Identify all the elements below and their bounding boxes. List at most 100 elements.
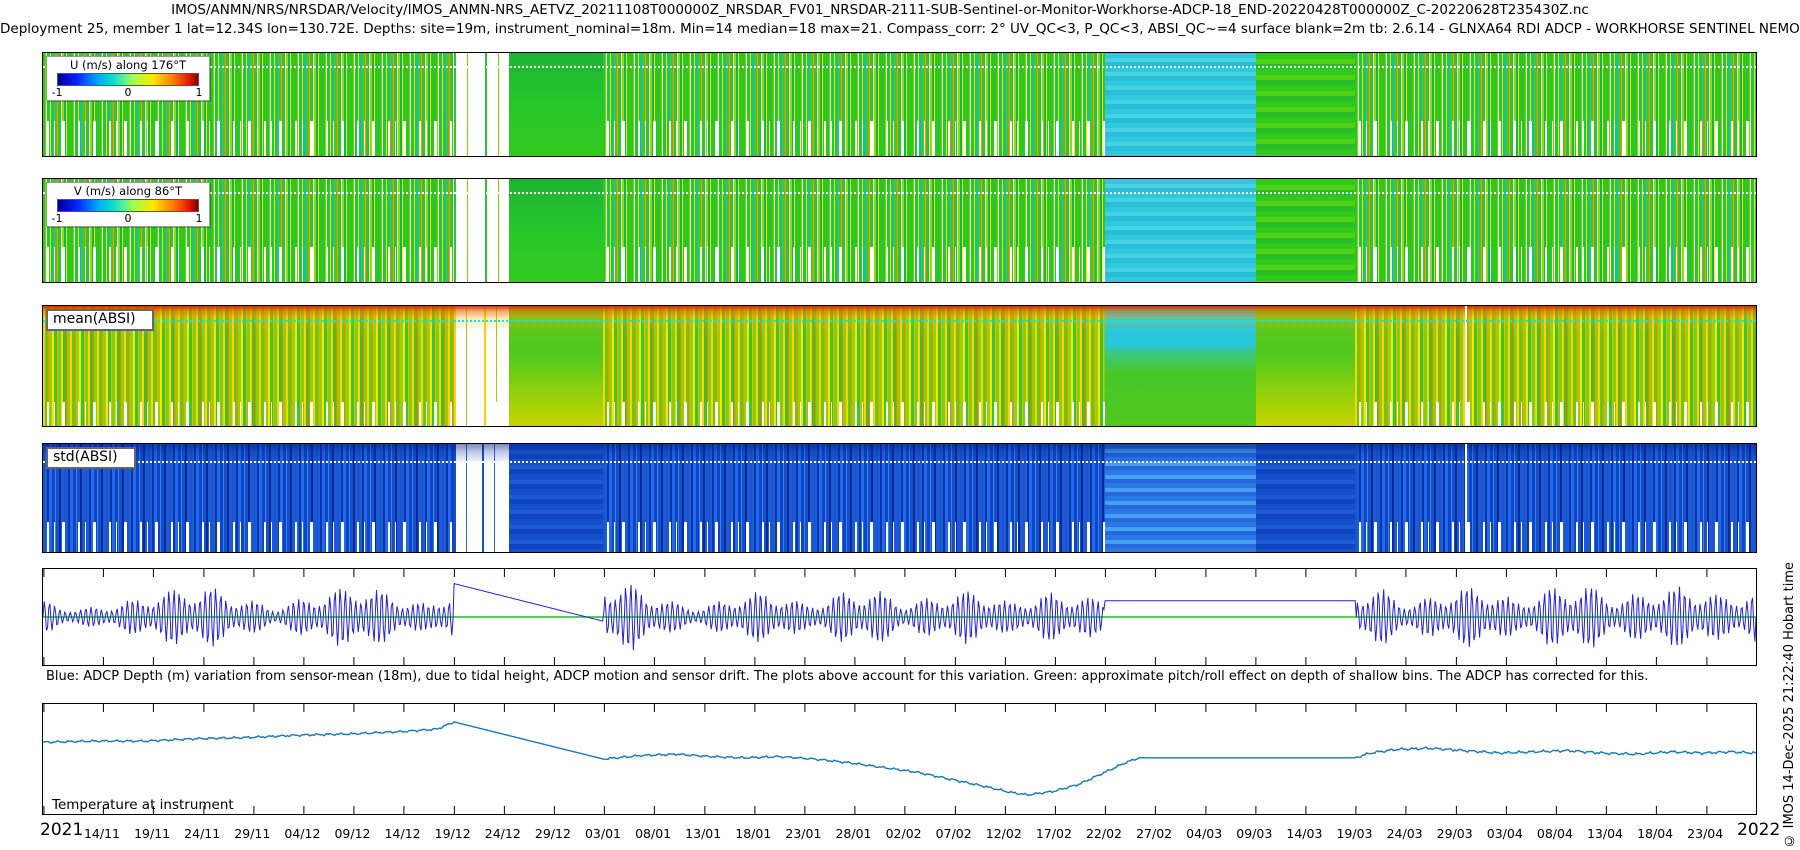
- heatmap-segment-cyan: [1105, 306, 1256, 426]
- heatmap-bottom-gap-comb: [603, 121, 1105, 156]
- colorbar-tick-label: -1: [52, 86, 63, 99]
- heatmap-segment-cyan: [1105, 179, 1256, 282]
- heatmap-segment-solid: [509, 444, 603, 552]
- heatmap-bottom-gap-comb: [603, 402, 1105, 426]
- mean-absi-label: mean(ABSI): [46, 309, 154, 331]
- heatmap-segment-solid: [1256, 306, 1355, 426]
- x-axis-date-label: 23/01: [785, 826, 821, 841]
- x-axis-date-label: 14/12: [385, 826, 421, 841]
- depth-panel-bottom-ticks: [43, 657, 1756, 665]
- y-tick-mark: [42, 732, 43, 733]
- heatmap-segment-barcode: [1355, 306, 1756, 426]
- y-tick-mark: [42, 306, 43, 307]
- heatmap-segment-barcode: [1355, 179, 1756, 282]
- heatmap-segment-barcode: [1355, 53, 1756, 156]
- data-gap-white-line: [1465, 306, 1467, 426]
- x-axis-date-label: 29/03: [1437, 826, 1473, 841]
- y-tick-mark: [42, 53, 43, 54]
- x-axis-date-label: 27/02: [1136, 826, 1172, 841]
- x-axis-date-label: 29/12: [535, 826, 571, 841]
- temperature-line: [43, 722, 1756, 796]
- netcdf-file-title: IMOS/ANMN/NRS/NRSDAR/Velocity/IMOS_ANMN-…: [0, 2, 1760, 18]
- heatmap-bottom-gap-comb: [43, 522, 454, 552]
- panel-u-velocity-heatmap: U (m/s) along 176°T -101 0-10: [42, 52, 1757, 157]
- colorbar-tick-label: 0: [125, 212, 132, 225]
- x-axis-date-label: 19/03: [1336, 826, 1372, 841]
- x-axis-year-end: 2022: [1737, 820, 1780, 840]
- x-axis-date-label: 04/03: [1186, 826, 1222, 841]
- x-axis-date-label: 08/04: [1537, 826, 1573, 841]
- temp-panel-bottom-ticks: [43, 806, 1756, 814]
- temperature-chart: [43, 704, 1756, 814]
- u-colorbar-tick-labels: -101: [57, 86, 199, 100]
- x-axis-date-label: 19/12: [435, 826, 471, 841]
- colorbar-tick-label: 0: [125, 86, 132, 99]
- x-axis-date-label: 12/02: [986, 826, 1022, 841]
- temperature-label: Temperature at instrument: [52, 797, 234, 813]
- y-tick-mark: [42, 755, 43, 756]
- x-axis-date-label: 18/04: [1637, 826, 1673, 841]
- depth-panel-top-ticks: [43, 569, 1756, 577]
- heatmap-bottom-gap-comb: [454, 121, 509, 156]
- v-colorbar-tick-labels: -101: [57, 212, 199, 226]
- heatmap-segment-barcode: [603, 306, 1105, 426]
- colorbar-tick-label: 1: [196, 212, 203, 225]
- panel-std-absi-heatmap: std(ABSI) 0-10: [42, 443, 1757, 553]
- colorbar-tick-label: -1: [52, 212, 63, 225]
- x-axis-date-label: 08/01: [635, 826, 671, 841]
- heatmap-segment-solid: [509, 306, 603, 426]
- x-axis-date-label: 19/11: [134, 826, 170, 841]
- heatmap-bottom-gap-comb: [454, 402, 509, 426]
- y-tick-mark: [42, 228, 43, 229]
- heatmap-segment-sparse: [454, 444, 509, 552]
- heatmap-segment-cyan: [1105, 53, 1256, 156]
- heatmap-segment-sparse: [454, 53, 509, 156]
- x-axis-date-label: 09/03: [1236, 826, 1272, 841]
- x-axis-date-label: 04/12: [284, 826, 320, 841]
- depth-caption: Blue: ADCP Depth (m) variation from sens…: [46, 669, 1648, 684]
- adcp-qc-report-page: IMOS/ANMN/NRS/NRSDAR/Velocity/IMOS_ANMN-…: [0, 0, 1800, 850]
- heatmap-segment-light: [1105, 444, 1256, 552]
- surface-dotted-line: [43, 192, 1756, 194]
- panel-mean-absi-heatmap: mean(ABSI) 0-10: [42, 305, 1757, 427]
- x-axis-date-label: 17/02: [1036, 826, 1072, 841]
- y-tick-mark: [42, 102, 43, 103]
- x-axis-date-label: 13/01: [685, 826, 721, 841]
- y-tick-mark: [42, 179, 43, 180]
- panel-depth-variation: 420-2-4: [42, 568, 1757, 666]
- heatmap-bottom-gap-comb: [603, 522, 1105, 552]
- std-absi-label: std(ABSI): [46, 447, 136, 469]
- x-axis-date-label: 24/11: [184, 826, 220, 841]
- y-tick-mark: [42, 638, 43, 639]
- x-axis-date-label: 07/02: [936, 826, 972, 841]
- heatmap-bottom-gap-comb: [1355, 522, 1756, 552]
- y-tick-mark: [42, 596, 43, 597]
- u-colorbar-gradient: [57, 73, 199, 86]
- heatmap-bottom-gap-comb: [454, 247, 509, 282]
- heatmap-segment-green: [1256, 179, 1355, 282]
- y-tick-mark: [42, 617, 43, 618]
- heatmap-segment-sparse: [454, 306, 509, 426]
- heatmap-bottom-gap-comb: [603, 247, 1105, 282]
- heatmap-segment-sparse: [454, 179, 509, 282]
- heatmap-segment-barcode: [603, 179, 1105, 282]
- u-colorbar-legend: U (m/s) along 176°T -101: [46, 56, 210, 101]
- heatmap-segment-barcode: [1355, 444, 1756, 552]
- heatmap-bottom-gap-comb: [43, 247, 454, 282]
- y-tick-mark: [42, 803, 43, 804]
- surface-dotted-line: [43, 66, 1756, 68]
- imos-copyright-watermark: © IMOS 14-Dec-2025 21:22:40 Hobart time: [1782, 562, 1797, 848]
- heatmap-segment-solid: [509, 179, 603, 282]
- depth-variation-chart: [43, 569, 1756, 665]
- u-legend-title: U (m/s) along 176°T: [47, 57, 209, 72]
- heatmap-bottom-gap-comb: [1355, 121, 1756, 156]
- x-axis-date-label: 14/03: [1286, 826, 1322, 841]
- heatmap-segment-green: [1256, 53, 1355, 156]
- surface-dotted-line: [43, 320, 1756, 322]
- x-axis-date-label: 03/01: [585, 826, 621, 841]
- v-colorbar-legend: V (m/s) along 86°T -101: [46, 182, 210, 227]
- x-axis-date-labels: 14/1119/1124/1129/1104/1209/1214/1219/12…: [42, 824, 1757, 846]
- panel-v-velocity-heatmap: V (m/s) along 86°T -101 0-10: [42, 178, 1757, 283]
- v-legend-title: V (m/s) along 86°T: [47, 183, 209, 198]
- x-axis-date-label: 03/04: [1487, 826, 1523, 841]
